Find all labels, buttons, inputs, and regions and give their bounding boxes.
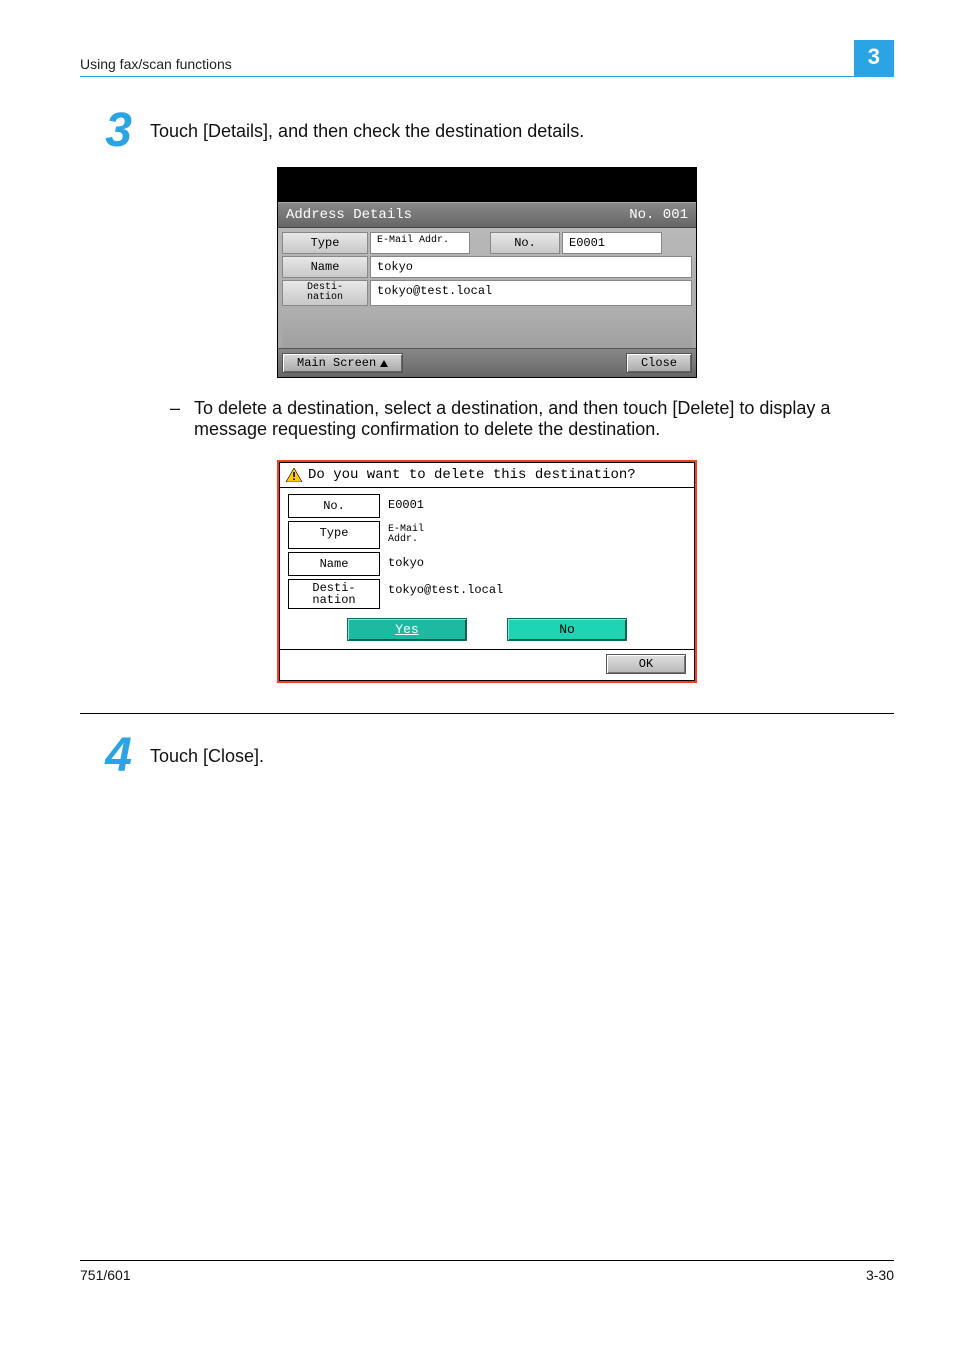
no-field-value: E0001 <box>562 232 662 254</box>
confirm-type-label: Type <box>288 521 380 549</box>
bullet-note: – To delete a destination, select a dest… <box>170 398 894 440</box>
yes-label: Yes <box>395 622 418 637</box>
confirm-name-value: tokyo <box>380 552 686 576</box>
main-screen-label: Main Screen <box>297 356 376 370</box>
screen-top-bar <box>278 168 696 202</box>
confirm-prompt-row: Do you want to delete this destination? <box>280 463 694 488</box>
screen-title-bar: Address Details No. 001 <box>278 202 696 228</box>
destination-value: tokyo@test.local <box>370 280 692 306</box>
bullet-text: To delete a destination, select a destin… <box>194 398 894 440</box>
delete-confirm-screen: Do you want to delete this destination? … <box>277 460 697 683</box>
step-4: 4 Touch [Close]. <box>80 732 894 780</box>
no-field-label: No. <box>490 232 560 254</box>
screen-title: Address Details <box>286 207 412 223</box>
warning-icon <box>286 468 302 482</box>
ok-button[interactable]: OK <box>606 654 686 674</box>
confirm-no-value: E0001 <box>380 494 686 518</box>
step-text: Touch [Details], and then check the dest… <box>150 107 894 142</box>
type-value: E-Mail Addr. <box>370 232 470 254</box>
type-label: Type <box>282 232 368 254</box>
no-button[interactable]: No <box>507 618 627 641</box>
chapter-badge: 3 <box>854 40 894 76</box>
confirm-type-value: E-Mail Addr. <box>380 521 686 549</box>
close-button[interactable]: Close <box>626 353 692 373</box>
ok-label: OK <box>639 657 653 671</box>
page-footer: 751/601 3-30 <box>80 1260 894 1283</box>
confirm-no-label: No. <box>288 494 380 518</box>
bullet-dash: – <box>170 398 194 440</box>
header-title: Using fax/scan functions <box>80 56 232 76</box>
footer-right: 3-30 <box>866 1267 894 1283</box>
step-text: Touch [Close]. <box>150 732 894 767</box>
close-label: Close <box>641 356 677 370</box>
screen-no-label: No. 001 <box>629 207 688 223</box>
step-number: 3 <box>80 107 150 155</box>
confirm-prompt: Do you want to delete this destination? <box>308 467 636 483</box>
page-header: Using fax/scan functions 3 <box>80 40 894 77</box>
step-number: 4 <box>80 732 150 780</box>
confirm-name-label: Name <box>288 552 380 576</box>
confirm-dest-value: tokyo@test.local <box>380 579 686 609</box>
main-screen-button[interactable]: Main Screen <box>282 353 403 373</box>
footer-left: 751/601 <box>80 1267 131 1283</box>
divider <box>80 713 894 714</box>
address-details-screen: Address Details No. 001 Type E-Mail Addr… <box>277 167 697 378</box>
name-label: Name <box>282 256 368 278</box>
name-value: tokyo <box>370 256 692 278</box>
destination-label: Desti- nation <box>282 280 368 306</box>
step-3: 3 Touch [Details], and then check the de… <box>80 107 894 155</box>
yes-button[interactable]: Yes <box>347 618 467 641</box>
no-label: No <box>559 622 575 637</box>
arrow-up-icon <box>380 360 388 367</box>
confirm-dest-label: Desti- nation <box>288 579 380 609</box>
